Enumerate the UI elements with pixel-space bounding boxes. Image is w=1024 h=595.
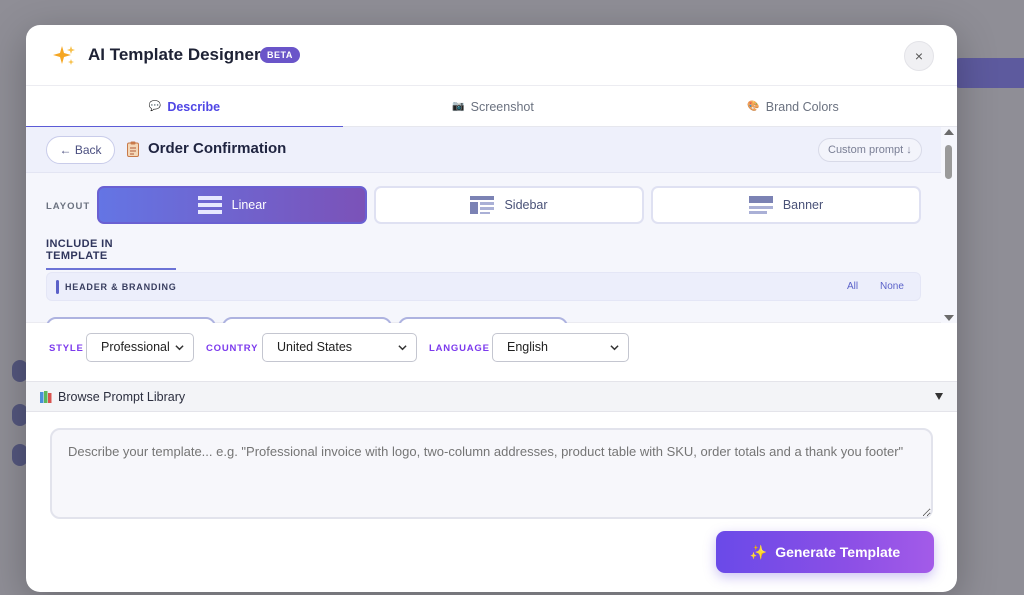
style-value: Professional — [101, 340, 170, 354]
close-button[interactable]: × — [904, 41, 934, 71]
tab-label: Screenshot — [470, 99, 534, 114]
tab-screenshot[interactable]: 📷 Screenshot — [343, 86, 643, 127]
select-all-link[interactable]: All — [847, 281, 858, 292]
modal-title: AI Template Designer — [88, 45, 261, 64]
background-button — [954, 58, 1024, 88]
language-label: LANGUAGE — [429, 343, 490, 354]
scrollbar-thumb[interactable] — [945, 145, 952, 179]
layout-option-label: Banner — [782, 198, 824, 212]
layout-label: LAYOUT — [46, 201, 91, 212]
scroll-down-arrow[interactable] — [944, 315, 954, 321]
tab-label: Brand Colors — [765, 99, 839, 114]
prompt-library-label: Browse Prompt Library — [58, 390, 186, 404]
country-label: COUNTRY — [206, 343, 259, 354]
sparkle-icon — [53, 46, 75, 65]
banner-layout-icon — [748, 196, 773, 214]
sidebar-layout-icon — [470, 196, 495, 214]
palette-icon: 🎨 — [747, 101, 760, 112]
language-value: English — [507, 340, 548, 354]
scroll-up-arrow[interactable] — [944, 129, 954, 135]
back-button[interactable]: ← Back — [46, 136, 115, 164]
language-select[interactable]: English — [492, 333, 629, 362]
template-config-content: ← Back Order Confirmation Custom prompt … — [26, 127, 941, 323]
layout-option-sidebar[interactable]: Sidebar — [374, 186, 644, 224]
layout-option-linear[interactable]: Linear — [97, 186, 367, 224]
expand-arrow-icon — [935, 393, 943, 400]
camera-icon: 📷 — [452, 101, 465, 112]
options-row: STYLE Professional COUNTRY United States… — [26, 323, 957, 381]
sparkle-icon: ✨ — [749, 543, 768, 560]
country-select[interactable]: United States — [262, 333, 417, 362]
linear-layout-icon — [197, 196, 222, 214]
layout-option-label: Linear — [231, 198, 267, 212]
books-icon — [40, 391, 52, 403]
section-header-branding[interactable]: HEADER & BRANDING All None — [46, 272, 921, 301]
country-value: United States — [277, 340, 353, 354]
layout-option-banner[interactable]: Banner — [651, 186, 921, 224]
style-label: STYLE — [49, 343, 84, 354]
generate-label: Generate Template — [775, 544, 901, 560]
generate-template-button[interactable]: ✨ Generate Template — [716, 531, 934, 573]
chevron-down-icon — [610, 345, 619, 351]
section-title: HEADER & BRANDING — [65, 282, 177, 292]
template-config-panel: ← Back Order Confirmation Custom prompt … — [26, 127, 957, 323]
template-description-input[interactable] — [50, 428, 933, 519]
clipboard-icon — [127, 141, 139, 157]
select-none-link[interactable]: None — [880, 281, 904, 292]
ai-template-designer-modal: AI Template Designer BETA × 💬 Describe 📷… — [26, 25, 957, 592]
tab-bar: 💬 Describe 📷 Screenshot 🎨 Brand Colors — [26, 85, 957, 128]
style-select[interactable]: Professional — [86, 333, 194, 362]
template-type-title: Order Confirmation — [148, 140, 287, 157]
prompt-library-toggle[interactable]: Browse Prompt Library — [26, 381, 957, 412]
modal-header: AI Template Designer BETA × — [26, 25, 957, 85]
custom-prompt-button[interactable]: Custom prompt ↓ — [818, 138, 922, 162]
chevron-down-icon — [398, 345, 407, 351]
tab-label: Describe — [167, 99, 221, 114]
detail-header: ← Back Order Confirmation Custom prompt … — [26, 127, 941, 173]
include-in-template-heading: INCLUDE IN TEMPLATE — [46, 238, 176, 270]
tab-brand-colors[interactable]: 🎨 Brand Colors — [643, 86, 943, 127]
tab-describe[interactable]: 💬 Describe — [26, 86, 343, 128]
speech-bubble-icon: 💬 — [148, 101, 162, 112]
beta-badge: BETA — [260, 47, 300, 63]
chevron-down-icon — [175, 345, 184, 351]
scrollbar[interactable] — [941, 127, 957, 323]
layout-option-label: Sidebar — [504, 198, 548, 212]
